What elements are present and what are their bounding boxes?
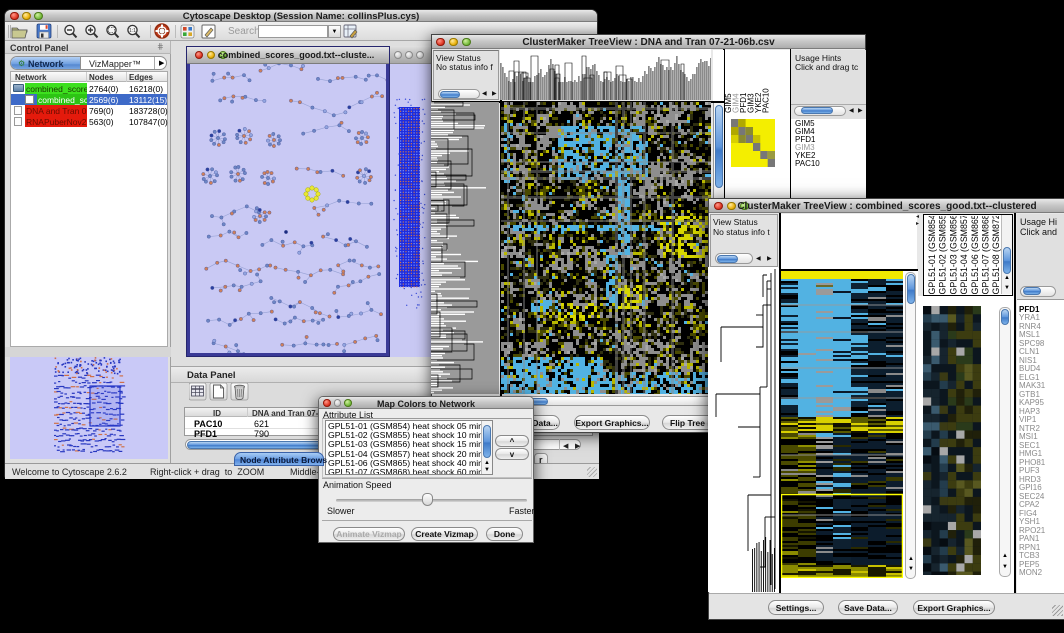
- svg-text:GPL51-02 (GSM855): GPL51-02 (GSM855): [937, 216, 947, 295]
- svg-text:GPL51-04 (GSM857): GPL51-04 (GSM857): [959, 216, 969, 295]
- svg-text:GPL51-06 (GSM865): GPL51-06 (GSM865): [969, 216, 979, 295]
- svg-text:GPL51-07 (GSM868): GPL51-07 (GSM868): [980, 216, 990, 295]
- svg-text:GPL51-08 (GSM872): GPL51-08 (GSM872): [991, 216, 1001, 295]
- svg-text:GPL51-01 (GSM854): GPL51-01 (GSM854): [927, 216, 937, 295]
- svg-text:GPL51-03 (GSM856): GPL51-03 (GSM856): [948, 216, 958, 295]
- svg-text:1:1: 1:1: [129, 28, 136, 34]
- svg-text:PAC10: PAC10: [762, 88, 771, 113]
